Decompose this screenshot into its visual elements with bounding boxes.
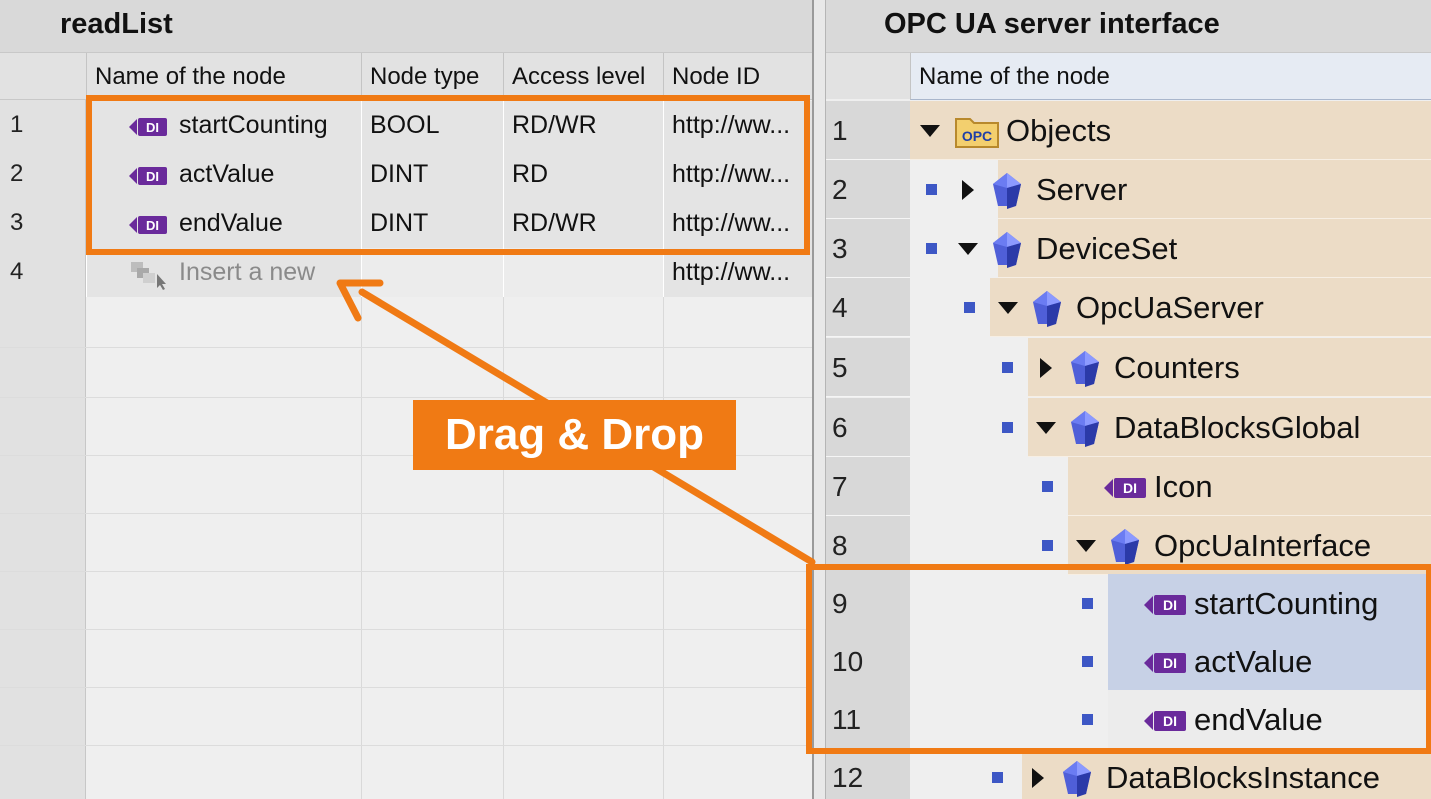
column-header-access-level[interactable]: Access level xyxy=(503,53,663,101)
tree-row[interactable]: 7 DI Icon xyxy=(826,457,1431,516)
opc-folder-icon: OPC xyxy=(954,113,1000,154)
insert-new-cell[interactable]: Insert a new xyxy=(86,248,361,297)
tree-line-bullet xyxy=(926,243,937,254)
tree-row[interactable]: 2 Server xyxy=(826,160,1431,219)
collapsed-triangle-icon[interactable] xyxy=(1026,766,1050,795)
drag-and-drop-label: Drag & Drop xyxy=(413,400,736,470)
server-interface-header: Name of the node xyxy=(826,52,1431,100)
collapsed-triangle-icon[interactable] xyxy=(1034,356,1058,385)
tree-node-label: OpcUaInterface xyxy=(1154,528,1372,563)
column-header-name[interactable]: Name of the node xyxy=(86,53,361,101)
row-number: 7 xyxy=(826,457,910,516)
object-icon xyxy=(1062,760,1092,799)
tree-node-label: DataBlocksInstance xyxy=(1106,760,1380,795)
collapsed-triangle-icon[interactable] xyxy=(956,178,980,207)
tree-line-bullet xyxy=(1042,540,1053,551)
tree-line-bullet xyxy=(1002,422,1013,433)
table-row-insert[interactable]: 4 Insert a new http://ww... xyxy=(0,248,812,297)
object-icon xyxy=(992,231,1022,274)
right-highlight-box xyxy=(806,564,1431,754)
node-type-cell[interactable] xyxy=(361,248,503,297)
variable-icon: DI xyxy=(1104,475,1148,506)
expanded-triangle-icon[interactable] xyxy=(996,296,1020,325)
tree-line-bullet xyxy=(992,772,1003,783)
svg-text:DI: DI xyxy=(1123,480,1137,496)
row-number: 2 xyxy=(0,150,86,199)
tree-row[interactable]: 4 OpcUaServer xyxy=(826,278,1431,337)
tree-node-label: DeviceSet xyxy=(1036,231,1178,266)
left-highlight-box xyxy=(86,95,810,255)
tree-node-label: OpcUaServer xyxy=(1076,290,1264,325)
tree-row[interactable]: 12 DataBlocksInstance xyxy=(826,748,1431,799)
expanded-triangle-icon[interactable] xyxy=(918,119,942,148)
tree-line-bullet xyxy=(926,184,937,195)
object-icon xyxy=(1070,410,1100,453)
row-number: 3 xyxy=(0,199,86,248)
tree-node-label: DataBlocksGlobal xyxy=(1114,410,1361,445)
row-number: 1 xyxy=(826,101,910,160)
tree-row[interactable]: 3 DeviceSet xyxy=(826,219,1431,278)
tree-node-label: Server xyxy=(1036,172,1128,207)
read-list-header: Name of the node Node type Access level … xyxy=(0,52,812,101)
svg-text:OPC: OPC xyxy=(962,128,992,144)
row-number: 6 xyxy=(826,398,910,457)
row-divider xyxy=(0,745,812,746)
expanded-triangle-icon[interactable] xyxy=(1074,534,1098,563)
server-interface-title: OPC UA server interface xyxy=(826,0,1431,52)
tree-node-label: Counters xyxy=(1114,350,1240,385)
row-divider xyxy=(0,513,812,514)
insert-new-text: Insert a new xyxy=(179,258,316,286)
tree-row[interactable]: 1 OPC Objects xyxy=(826,101,1431,160)
row-divider xyxy=(0,571,812,572)
access-level-cell[interactable] xyxy=(503,248,663,297)
row-number: 5 xyxy=(826,338,910,397)
tree-row[interactable]: 5 Counters xyxy=(826,338,1431,397)
object-icon xyxy=(992,172,1022,215)
row-number: 4 xyxy=(0,248,86,297)
tree-node-label: Icon xyxy=(1154,469,1213,504)
object-icon xyxy=(1032,290,1062,333)
node-id-cell[interactable]: http://ww... xyxy=(663,248,812,297)
tree-row[interactable]: 6 DataBlocksGlobal xyxy=(826,398,1431,457)
row-divider xyxy=(0,629,812,630)
read-list-title: readList xyxy=(0,0,812,52)
row-divider xyxy=(0,687,812,688)
tree-node-label: Objects xyxy=(1006,113,1112,148)
column-header-node-id[interactable]: Node ID xyxy=(663,53,812,101)
row-number: 1 xyxy=(0,101,86,150)
column-header-node-type[interactable]: Node type xyxy=(361,53,503,101)
row-divider xyxy=(0,397,812,398)
tree-line-bullet xyxy=(1002,362,1013,373)
row-number: 3 xyxy=(826,219,910,278)
tree-line-bullet xyxy=(1042,481,1053,492)
object-icon xyxy=(1070,350,1100,393)
row-number: 12 xyxy=(826,748,910,799)
expanded-triangle-icon[interactable] xyxy=(1034,416,1058,445)
row-divider xyxy=(0,347,812,348)
expanded-triangle-icon[interactable] xyxy=(956,237,980,266)
tree-line-bullet xyxy=(964,302,975,313)
column-header-name[interactable]: Name of the node xyxy=(910,53,1431,100)
row-number: 4 xyxy=(826,278,910,337)
insert-new-icon xyxy=(129,260,169,297)
row-number: 2 xyxy=(826,160,910,219)
